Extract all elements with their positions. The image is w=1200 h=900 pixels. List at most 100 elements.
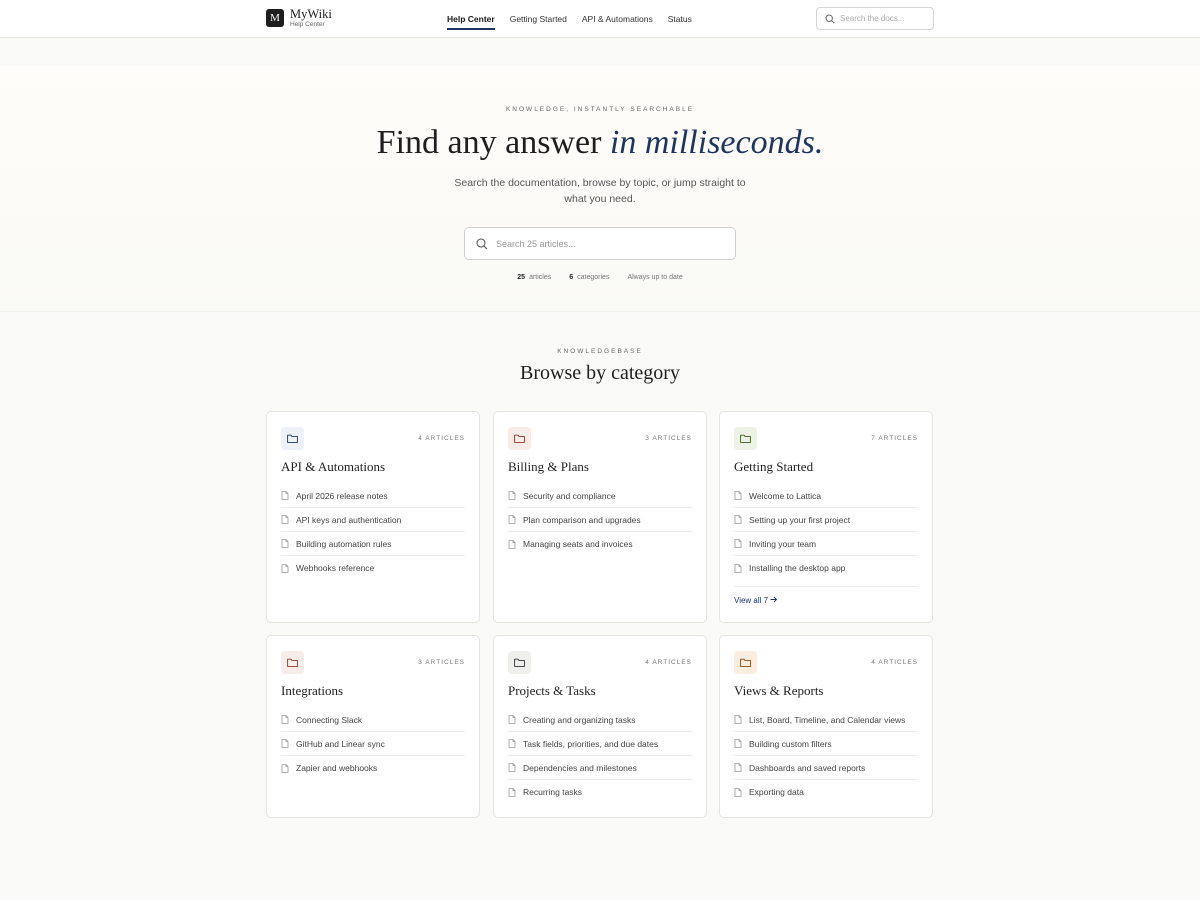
hero-search-box[interactable] <box>464 227 736 260</box>
article-title: Zapier and webhooks <box>296 763 378 773</box>
nav-help-center[interactable]: Help Center <box>447 0 495 38</box>
article-count: 4 ARTICLES <box>871 659 918 666</box>
article-list: April 2026 release notes API keys and aut… <box>281 484 465 580</box>
article-title: Building custom filters <box>749 738 832 749</box>
article-link[interactable]: Task fields, priorities, and due dates <box>508 732 692 756</box>
article-title: Welcome to Lattica <box>749 490 822 501</box>
article-link[interactable]: Dependencies and milestones <box>508 756 692 780</box>
document-icon <box>508 491 516 500</box>
category-icon-badge <box>281 651 304 674</box>
brand-name: MyWiki <box>290 7 332 21</box>
document-icon <box>281 763 289 773</box>
article-link[interactable]: Dashboards and saved reports <box>734 756 918 780</box>
hero-subtitle: Search the documentation, browse by topi… <box>454 177 746 205</box>
article-link[interactable]: Creating and organizing tasks <box>508 708 692 732</box>
article-list: Welcome to Lattica Setting up your first … <box>734 484 918 580</box>
stat-articles: 25 articles <box>517 274 552 281</box>
article-title: Security and compliance <box>523 490 616 501</box>
article-link[interactable]: Managing seats and invoices <box>508 532 692 556</box>
document-icon <box>281 739 289 748</box>
document-icon <box>734 763 742 772</box>
category-card: 4 ARTICLES Projects & Tasks Creating and o… <box>493 635 707 818</box>
folder-icon <box>740 434 751 443</box>
category-title[interactable]: Integrations <box>281 683 343 699</box>
category-title[interactable]: Views & Reports <box>734 683 824 699</box>
article-link[interactable]: Building automation rules <box>281 532 465 556</box>
article-title: Plan comparison and upgrades <box>523 514 641 525</box>
folder-icon <box>514 434 525 443</box>
category-card: 3 ARTICLES Billing & Plans Security and co… <box>493 411 707 623</box>
brand-logo[interactable]: M MyWiki Help Center <box>266 8 332 28</box>
article-title: API keys and authentication <box>296 514 402 525</box>
article-title: Setting up your first project <box>749 514 851 525</box>
search-icon <box>476 237 488 249</box>
hero-section: KNOWLEDGE, INSTANTLY SEARCHABLE Find any… <box>0 66 1200 312</box>
nav-api-automations[interactable]: API & Automations <box>582 0 653 38</box>
article-title: List, Board, Timeline, and Calendar view… <box>749 714 906 725</box>
document-icon <box>508 787 516 797</box>
category-card: 3 ARTICLES Integrations Connecting Slack Gi… <box>266 635 480 818</box>
top-navigation-bar: M MyWiki Help Center Help Center Getting… <box>0 0 1200 38</box>
article-title: Webhooks reference <box>296 563 375 573</box>
article-link[interactable]: API keys and authentication <box>281 508 465 532</box>
category-title[interactable]: Projects & Tasks <box>508 683 596 699</box>
main-nav: Help Center Getting Started API & Automa… <box>447 0 707 38</box>
article-link[interactable]: GitHub and Linear sync <box>281 732 465 756</box>
document-icon <box>734 491 742 500</box>
header-search-input[interactable] <box>840 14 928 23</box>
document-icon <box>508 739 516 748</box>
article-link[interactable]: Installing the desktop app <box>734 556 918 580</box>
category-icon-badge <box>734 651 757 674</box>
article-title: Inviting your team <box>749 538 817 549</box>
article-title: Exporting data <box>749 787 804 797</box>
view-all-link[interactable]: View all 7 <box>734 586 918 605</box>
document-icon <box>734 563 742 573</box>
document-icon <box>281 715 289 724</box>
folder-icon <box>514 658 525 667</box>
article-list: Creating and organizing tasks Task fields… <box>508 708 692 804</box>
document-icon <box>281 563 289 573</box>
search-icon <box>825 13 835 24</box>
article-link[interactable]: April 2026 release notes <box>281 484 465 508</box>
nav-getting-started[interactable]: Getting Started <box>510 0 567 38</box>
document-icon <box>508 715 516 724</box>
article-title: Dashboards and saved reports <box>749 762 866 773</box>
document-icon <box>734 539 742 548</box>
article-title: Dependencies and milestones <box>523 762 637 773</box>
hero-eyebrow: KNOWLEDGE, INSTANTLY SEARCHABLE <box>505 106 695 113</box>
category-title[interactable]: Getting Started <box>734 459 813 475</box>
folder-icon <box>740 658 751 667</box>
article-link[interactable]: Webhooks reference <box>281 556 465 580</box>
article-list: List, Board, Timeline, and Calendar view… <box>734 708 918 804</box>
article-link[interactable]: Recurring tasks <box>508 780 692 804</box>
article-title: Creating and organizing tasks <box>523 714 636 725</box>
knowledgebase-eyebrow: KNOWLEDGEBASE <box>557 348 643 355</box>
nav-status[interactable]: Status <box>668 0 692 38</box>
article-link[interactable]: Exporting data <box>734 780 918 804</box>
category-title[interactable]: API & Automations <box>281 459 385 475</box>
article-link[interactable]: Inviting your team <box>734 532 918 556</box>
document-icon <box>734 739 742 748</box>
header-search-box[interactable] <box>816 7 934 30</box>
document-icon <box>281 491 289 500</box>
article-link[interactable]: Zapier and webhooks <box>281 756 465 780</box>
article-link[interactable]: Security and compliance <box>508 484 692 508</box>
category-title[interactable]: Billing & Plans <box>508 459 589 475</box>
document-icon <box>508 515 516 524</box>
article-link[interactable]: Welcome to Lattica <box>734 484 918 508</box>
article-title: Recurring tasks <box>523 787 583 797</box>
hero-stats: 25 articles 6 categories Always up to date <box>0 274 1200 281</box>
article-title: Task fields, priorities, and due dates <box>523 738 659 749</box>
article-link[interactable]: Connecting Slack <box>281 708 465 732</box>
article-link[interactable]: Building custom filters <box>734 732 918 756</box>
hero-search-input[interactable] <box>496 238 716 249</box>
document-icon <box>734 787 742 797</box>
article-link[interactable]: Plan comparison and upgrades <box>508 508 692 532</box>
article-list: Connecting Slack GitHub and Linear sync Za… <box>281 708 465 780</box>
article-title: Installing the desktop app <box>749 563 846 573</box>
article-link[interactable]: Setting up your first project <box>734 508 918 532</box>
article-title: April 2026 release notes <box>296 490 388 501</box>
hero-title-plain: Find any answer <box>376 124 610 161</box>
article-link[interactable]: List, Board, Timeline, and Calendar view… <box>734 708 918 732</box>
document-icon <box>281 515 289 524</box>
